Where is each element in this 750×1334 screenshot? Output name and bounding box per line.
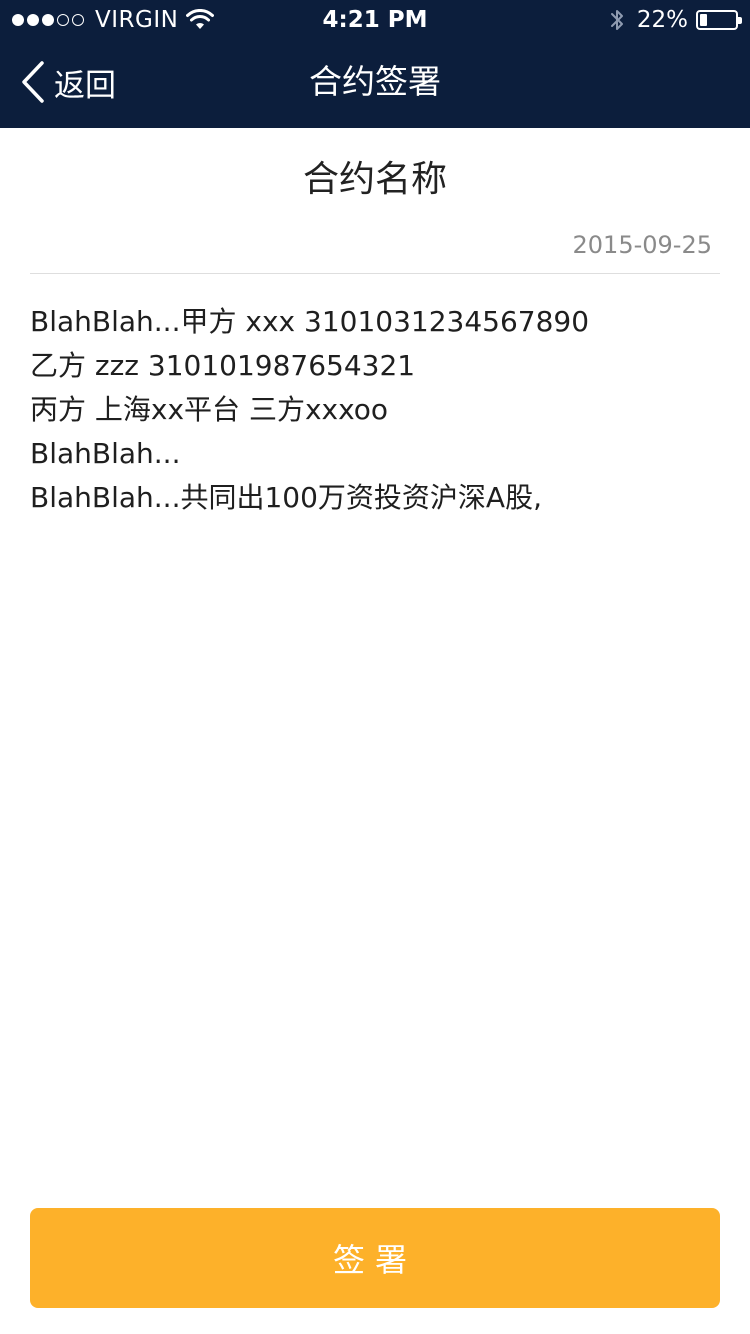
status-right: 22% xyxy=(609,6,742,34)
battery-icon xyxy=(696,10,742,30)
sign-button[interactable]: 签署 xyxy=(30,1208,720,1308)
contract-date: 2015-09-25 xyxy=(572,231,712,259)
contract-line: 丙方 上海xx平台 三方xxxoo xyxy=(30,393,389,426)
contract-line: BlahBlah...共同出100万资投资沪深A股, xyxy=(30,481,542,514)
contract-title: 合约名称 xyxy=(302,159,447,200)
battery-percentage: 22% xyxy=(636,7,688,33)
contract-line: BlahBlah... xyxy=(30,437,181,470)
top-bar: VIRGIN 4:21 PM 22% 返回 合约签署 xyxy=(0,0,750,128)
navigation-bar: 返回 合约签署 xyxy=(0,40,750,128)
page-title: 合约签署 xyxy=(309,62,441,101)
bluetooth-icon xyxy=(610,10,623,30)
sign-button-label: 签署 xyxy=(332,1241,417,1279)
contract-line: BlahBlah...甲方 xxx 3101031234567890 xyxy=(30,305,590,338)
battery-tip xyxy=(738,17,742,24)
contract-line: 乙方 zzz 310101987654321 xyxy=(30,349,416,382)
contract-body: BlahBlah...甲方 xxx 3101031234567890 乙方 zz… xyxy=(30,300,720,520)
divider xyxy=(30,273,720,274)
battery-level-fill xyxy=(700,14,707,26)
contract-sign-screen: VIRGIN 4:21 PM 22% 返回 合约签署 合约名称 2015-09-… xyxy=(0,0,750,1334)
status-bar: VIRGIN 4:21 PM 22% xyxy=(0,0,750,40)
